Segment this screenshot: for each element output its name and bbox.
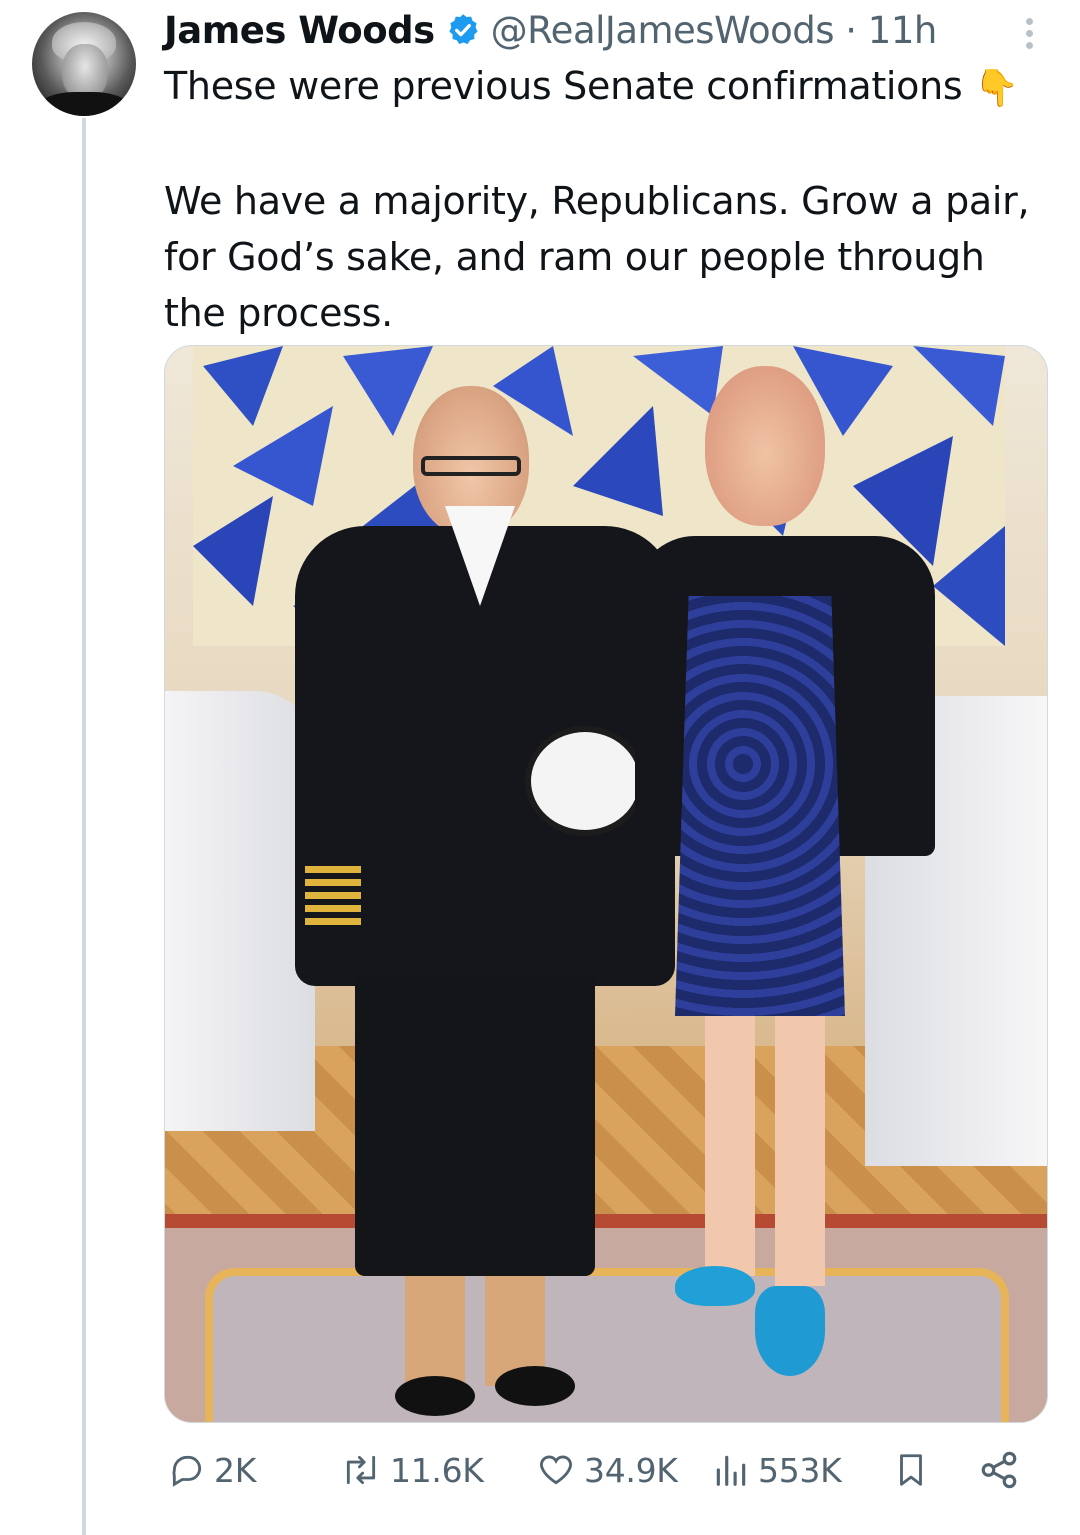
tweet-paragraph-2-line-2: for God’s sake, and ram our people throu… — [164, 234, 985, 279]
author-avatar[interactable] — [32, 12, 136, 116]
pointing-down-emoji: 👇 — [974, 67, 1019, 109]
reply-count: 2K — [214, 1450, 257, 1490]
heart-icon — [540, 1455, 572, 1485]
views-button[interactable]: 553K — [712, 1440, 842, 1500]
author-name[interactable]: James Woods — [164, 9, 435, 52]
tweet-line-1: These were previous Senate confirmations — [164, 64, 963, 108]
view-count: 553K — [758, 1450, 842, 1490]
author-handle-and-time[interactable]: @RealJamesWoods · 11h — [491, 9, 938, 52]
repost-icon — [346, 1455, 376, 1485]
bookmark-button[interactable] — [892, 1440, 938, 1500]
repost-button[interactable]: 11.6K — [340, 1440, 484, 1500]
like-button[interactable]: 34.9K — [536, 1440, 678, 1500]
tweet-paragraph-2-line-3: the process. — [164, 290, 393, 335]
thread-line — [82, 118, 86, 1535]
tweet-action-bar: 2K 11.6K 34.9K 553K — [164, 1440, 1044, 1500]
person-in-blue-dress — [635, 366, 935, 1422]
person-in-uniform — [295, 386, 675, 1422]
repost-count: 11.6K — [390, 1450, 484, 1490]
views-bar-chart-icon — [716, 1455, 746, 1486]
reply-button[interactable]: 2K — [168, 1440, 256, 1500]
share-button[interactable] — [978, 1440, 1028, 1500]
tweet-text: These were previous Senate confirmations… — [164, 58, 1054, 341]
tweet-paragraph-2-line-1: We have a majority, Republicans. Grow a … — [164, 178, 1030, 223]
bookmark-icon — [900, 1454, 922, 1486]
reply-icon — [172, 1455, 202, 1487]
verified-badge-icon — [448, 14, 478, 44]
more-options-icon[interactable] — [1022, 18, 1036, 52]
like-count: 34.9K — [584, 1450, 678, 1490]
share-icon — [981, 1451, 1017, 1489]
tweet-header: James Woods @RealJamesWoods · 11h — [164, 4, 937, 56]
tweet-photo[interactable] — [164, 345, 1048, 1423]
